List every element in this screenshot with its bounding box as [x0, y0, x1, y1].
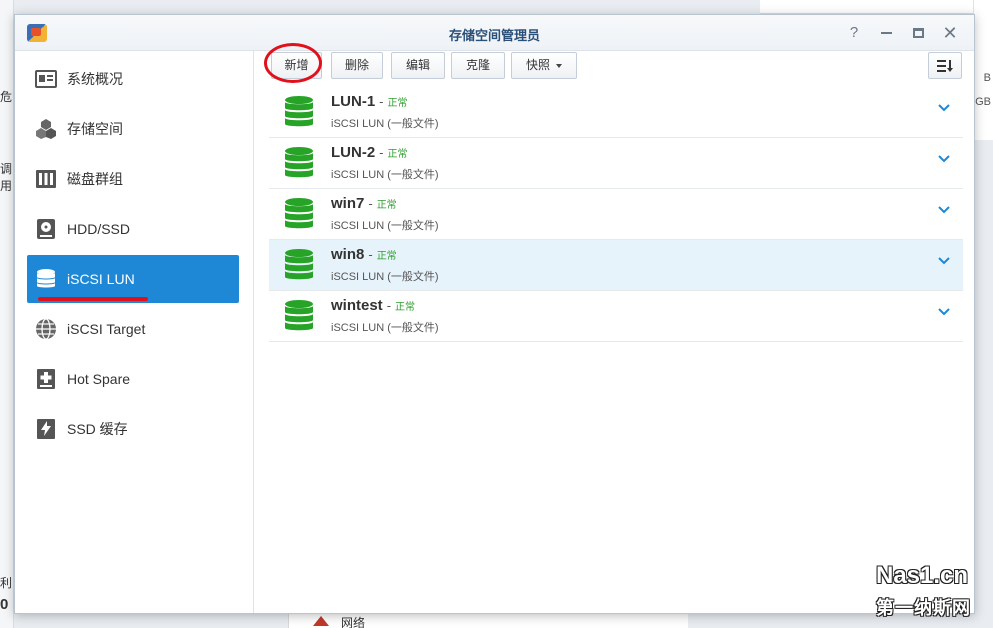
annotation-circle: [264, 43, 322, 83]
disk-group-icon: [35, 168, 57, 190]
lun-type: iSCSI LUN (一般文件): [331, 118, 439, 130]
chevron-down-icon[interactable]: [937, 254, 951, 268]
sidebar: 系统概况 存储空间 磁盘群组 HDD/SSD iSCSI LUN iSCSI T…: [15, 51, 254, 613]
edit-button[interactable]: 编辑: [391, 52, 445, 79]
watermark-logo: Nas1.cn: [876, 562, 969, 589]
hot-spare-icon: [35, 368, 57, 390]
minimize-icon[interactable]: [875, 23, 897, 43]
lun-row[interactable]: LUN-2- 正常 iSCSI LUN (一般文件): [269, 138, 963, 189]
background-text: B: [983, 72, 991, 84]
status-badge: 正常: [376, 251, 397, 262]
background-text: GB: [975, 96, 991, 108]
green-disk-icon: [283, 248, 315, 287]
chevron-down-icon[interactable]: [937, 203, 951, 217]
sidebar-item-label: iSCSI LUN: [67, 271, 135, 287]
background-text: 调用: [0, 162, 13, 193]
lun-type: iSCSI LUN (一般文件): [331, 220, 439, 232]
green-disk-icon: [283, 95, 315, 134]
lun-name: win7: [331, 195, 365, 212]
background-text: 利: [0, 576, 13, 590]
sidebar-item-hdd-ssd[interactable]: HDD/SSD: [27, 205, 239, 253]
status-badge: 正常: [387, 98, 408, 109]
storage-cubes-icon: [35, 118, 57, 140]
sidebar-item-label: HDD/SSD: [67, 221, 131, 237]
sidebar-item-label: iSCSI Target: [67, 321, 146, 337]
lun-row[interactable]: win8- 正常 iSCSI LUN (一般文件): [269, 240, 963, 291]
caret-down-icon: [556, 63, 562, 68]
lun-name: LUN-2: [331, 144, 376, 161]
lun-name: LUN-1: [331, 93, 376, 110]
lun-type: iSCSI LUN (一般文件): [331, 169, 439, 181]
chevron-down-icon[interactable]: [937, 101, 951, 115]
clone-button[interactable]: 克隆: [451, 52, 505, 79]
network-icon: [313, 616, 329, 626]
storage-manager-window: 存储空间管理员 ? ✕ 系统概况 存储空间 磁盘群组 HDD/SSD iSCSI…: [14, 14, 975, 614]
background-text: 网络: [341, 616, 366, 628]
lun-row[interactable]: wintest - 正常 iSCSI LUN (一般文件): [269, 291, 963, 342]
lun-list: LUN-1- 正常 iSCSI LUN (一般文件) LUN-2- 正常 iSCSI…: [269, 87, 963, 342]
sidebar-item-iscsi-target[interactable]: iSCSI Target: [27, 305, 239, 353]
sidebar-item-iscsi-lun[interactable]: iSCSI LUN: [27, 255, 239, 303]
sort-icon: [936, 58, 954, 72]
lun-type: iSCSI LUN (一般文件): [331, 322, 439, 334]
sidebar-item-hot-spare[interactable]: Hot Spare: [27, 355, 239, 403]
window-title: 存储空间管理员: [448, 28, 540, 43]
green-disk-icon: [283, 146, 315, 185]
lun-row[interactable]: win7- 正常 iSCSI LUN (一般文件): [269, 189, 963, 240]
background-text: 危: [0, 90, 13, 104]
maximize-icon[interactable]: [907, 23, 929, 43]
background-network-item: 网络: [288, 614, 688, 628]
lun-name: wintest: [331, 297, 383, 314]
watermark-text: 第一纳斯网: [876, 598, 971, 618]
sidebar-item-label: Hot Spare: [67, 371, 131, 387]
chevron-down-icon[interactable]: [937, 152, 951, 166]
lun-type: iSCSI LUN (一般文件): [331, 271, 439, 283]
green-disk-icon: [283, 197, 315, 236]
help-icon[interactable]: ?: [843, 23, 865, 43]
sidebar-item-label: SSD 缓存: [67, 421, 128, 437]
annotation-underline: [38, 297, 148, 301]
sidebar-item-label: 系统概况: [67, 71, 123, 87]
background-window-left: 危 调用 利 0: [0, 0, 14, 628]
sidebar-item-disk-group[interactable]: 磁盘群组: [27, 155, 239, 203]
status-badge: 正常: [376, 200, 397, 211]
titlebar: 存储空间管理员 ? ✕: [15, 15, 974, 51]
chevron-down-icon[interactable]: [937, 305, 951, 319]
close-icon[interactable]: ✕: [939, 23, 961, 43]
background-window-right: B GB: [973, 0, 993, 140]
lun-name: win8: [331, 246, 365, 263]
sidebar-item-label: 磁盘群组: [67, 171, 123, 187]
sidebar-item-label: 存储空间: [67, 121, 123, 137]
sort-button[interactable]: [928, 52, 962, 79]
database-icon: [35, 268, 57, 290]
sidebar-item-overview[interactable]: 系统概况: [27, 55, 239, 103]
sidebar-item-ssd-cache[interactable]: SSD 缓存: [27, 405, 239, 453]
snapshot-dropdown[interactable]: 快照: [511, 52, 577, 79]
sidebar-item-storage[interactable]: 存储空间: [27, 105, 239, 153]
lun-row[interactable]: LUN-1- 正常 iSCSI LUN (一般文件): [269, 87, 963, 138]
ssd-cache-icon: [35, 418, 57, 440]
delete-button[interactable]: 删除: [331, 52, 383, 79]
background-window-top: [760, 0, 993, 14]
green-disk-icon: [283, 299, 315, 338]
status-badge: 正常: [387, 149, 408, 160]
snapshot-label: 快照: [525, 58, 550, 72]
status-badge: 正常: [395, 302, 416, 313]
hdd-icon: [35, 218, 57, 240]
overview-icon: [35, 68, 57, 90]
background-text: 0: [0, 596, 9, 613]
globe-icon: [35, 318, 57, 340]
